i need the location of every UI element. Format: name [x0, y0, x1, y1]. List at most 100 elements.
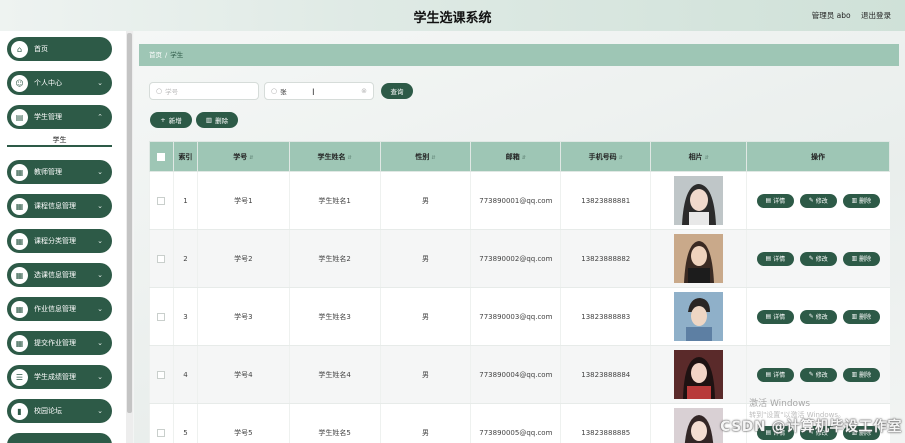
chart-icon: ▮: [11, 402, 28, 420]
breadcrumb: 首页 / 学生: [139, 44, 899, 66]
cell-student-name: 学生姓名5: [288, 403, 381, 443]
app-title: 学生选课系统: [413, 11, 492, 26]
column-header-phone[interactable]: 手机号码 ⇵: [560, 141, 652, 172]
cell-gender: 男: [379, 345, 471, 404]
sidebar-item-grades[interactable]: ☰ 学生成绩管理 ⌄: [7, 365, 112, 389]
sidebar-item-student-management[interactable]: ▤ 学生管理 ⌃: [7, 105, 112, 129]
row-select-cell[interactable]: [149, 229, 174, 288]
grid-icon: ▦: [11, 232, 28, 250]
row-checkbox[interactable]: [157, 254, 166, 263]
edit-button[interactable]: ✎ 修改: [799, 309, 837, 324]
chevron-down-icon: ⌄: [97, 339, 103, 347]
column-header-student-id[interactable]: 学号 ⇵: [196, 141, 290, 172]
cell-actions: ▤ 详情 ✎ 修改 ▥ 删除: [746, 229, 890, 288]
cell-student-id: 学号3: [196, 287, 290, 346]
row-checkbox[interactable]: [157, 312, 166, 321]
edit-icon: ✎: [808, 197, 814, 204]
add-button[interactable]: + 新增: [150, 112, 192, 128]
row-delete-button[interactable]: ▥ 删除: [842, 309, 880, 324]
student-photo[interactable]: [674, 408, 724, 443]
table-row: 3 学号3 学生姓名3 男 773890003@qq.com 138238888…: [149, 287, 890, 346]
column-header-photo[interactable]: 相片 ⇵: [650, 141, 748, 172]
sidebar-subitem-student[interactable]: 学生: [7, 133, 112, 147]
student-name-search-input[interactable]: ○ 张 ⊗: [264, 82, 374, 100]
detail-button[interactable]: ▤ 详情: [756, 309, 794, 324]
student-photo[interactable]: [674, 292, 724, 341]
row-delete-button[interactable]: ▥ 删除: [842, 367, 880, 382]
sidebar-item-course-info[interactable]: ▦ 课程信息管理 ⌄: [7, 194, 112, 218]
cell-index: 5: [172, 403, 198, 443]
detail-button[interactable]: ▤ 详情: [756, 367, 794, 382]
edit-button[interactable]: ✎ 修改: [799, 251, 837, 266]
scrollbar-thumb[interactable]: [127, 33, 132, 413]
cell-actions: ▤ 详情 ✎ 修改 ▥ 删除: [746, 345, 890, 404]
sort-icon[interactable]: ⇵: [249, 155, 253, 161]
sidebar-item-teacher-management[interactable]: ▦ 教师管理 ⌄: [7, 160, 112, 184]
row-select-cell[interactable]: [149, 403, 174, 443]
cell-gender: 男: [379, 287, 471, 346]
sidebar-item-homework-info[interactable]: ▦ 作业信息管理 ⌄: [7, 297, 112, 321]
logout-link[interactable]: 退出登录: [861, 11, 891, 20]
grid-icon: ▦: [11, 266, 28, 284]
select-all-header[interactable]: [149, 141, 174, 172]
select-all-checkbox[interactable]: [157, 152, 166, 161]
sidebar-item-home[interactable]: ⌂ 首页: [7, 37, 112, 61]
sidebar-item-personal-center[interactable]: ☺ 个人中心 ⌄: [7, 71, 112, 95]
edit-button[interactable]: ✎ 修改: [799, 367, 837, 382]
add-button-label: 新增: [168, 117, 182, 125]
row-delete-button[interactable]: ▥ 删除: [842, 251, 880, 266]
sidebar-item-forum[interactable]: ▮ 校园论坛 ⌄: [7, 399, 112, 423]
detail-button[interactable]: ▤ 详情: [756, 251, 794, 266]
row-select-cell[interactable]: [149, 345, 174, 404]
edit-label: 修改: [815, 314, 828, 321]
row-select-cell[interactable]: [149, 171, 174, 230]
row-delete-button[interactable]: ▥ 删除: [842, 193, 880, 208]
column-header-student-name[interactable]: 学生姓名 ⇵: [288, 141, 381, 172]
search-icon: ○: [271, 87, 278, 95]
edit-label: 修改: [815, 198, 828, 205]
detail-button[interactable]: ▤ 详情: [756, 193, 794, 208]
student-photo[interactable]: [674, 234, 724, 283]
sort-icon[interactable]: ⇵: [705, 155, 709, 161]
column-header-label: 邮箱: [505, 152, 520, 161]
sidebar-item-label: 提交作业管理: [34, 339, 76, 347]
sidebar-item-homework-submit[interactable]: ▦ 提交作业管理 ⌄: [7, 331, 112, 355]
sidebar-item-enrollment[interactable]: ▦ 选课信息管理 ⌄: [7, 263, 112, 287]
clear-icon[interactable]: ⊗: [361, 87, 367, 95]
cell-phone: 13823888885: [560, 403, 651, 443]
delete-button[interactable]: ▥ 删除: [196, 112, 238, 128]
sidebar-scrollbar[interactable]: [126, 31, 133, 443]
row-checkbox[interactable]: [157, 196, 166, 205]
sort-icon[interactable]: ⇵: [522, 155, 526, 161]
query-button[interactable]: 查询: [381, 83, 413, 99]
cell-phone: 13823888884: [560, 345, 651, 404]
sidebar-item-label: 学生成绩管理: [34, 373, 76, 381]
csdn-watermark: CSDN @计算机毕设工作室: [720, 419, 902, 435]
student-id-search-input[interactable]: ○ 学号: [149, 82, 259, 100]
edit-button[interactable]: ✎ 修改: [799, 193, 837, 208]
sidebar-item-next[interactable]: [7, 433, 112, 443]
sort-icon[interactable]: ⇵: [431, 155, 435, 161]
breadcrumb-home[interactable]: 首页: [149, 51, 162, 59]
detail-label: 详情: [773, 198, 786, 205]
sort-icon[interactable]: ⇵: [348, 155, 352, 161]
student-photo[interactable]: [674, 176, 724, 225]
student-photo[interactable]: [674, 350, 724, 399]
row-checkbox[interactable]: [157, 428, 166, 437]
delete-label: 删除: [859, 372, 872, 379]
row-checkbox[interactable]: [157, 370, 166, 379]
trash-icon: ▥: [851, 313, 858, 320]
cell-email: 773890005@qq.com: [470, 403, 561, 443]
column-header-index: 索引: [172, 141, 198, 172]
column-header-label: 操作: [811, 152, 826, 161]
sidebar-item-course-category[interactable]: ▦ 课程分类管理 ⌄: [7, 229, 112, 253]
sort-icon[interactable]: ⇵: [619, 155, 623, 161]
delete-button-label: 删除: [215, 117, 229, 125]
cell-photo: [650, 171, 747, 230]
column-header-email[interactable]: 邮箱 ⇵: [470, 141, 562, 172]
cell-gender: 男: [379, 229, 471, 288]
column-header-gender[interactable]: 性别 ⇵: [379, 141, 472, 172]
row-select-cell[interactable]: [149, 287, 174, 346]
table-header-row: 索引 学号 ⇵ 学生姓名 ⇵ 性别 ⇵ 邮箱 ⇵ 手机号码 ⇵ 相片 ⇵ 操作: [149, 141, 890, 172]
sidebar-item-label: 个人中心: [34, 79, 62, 87]
